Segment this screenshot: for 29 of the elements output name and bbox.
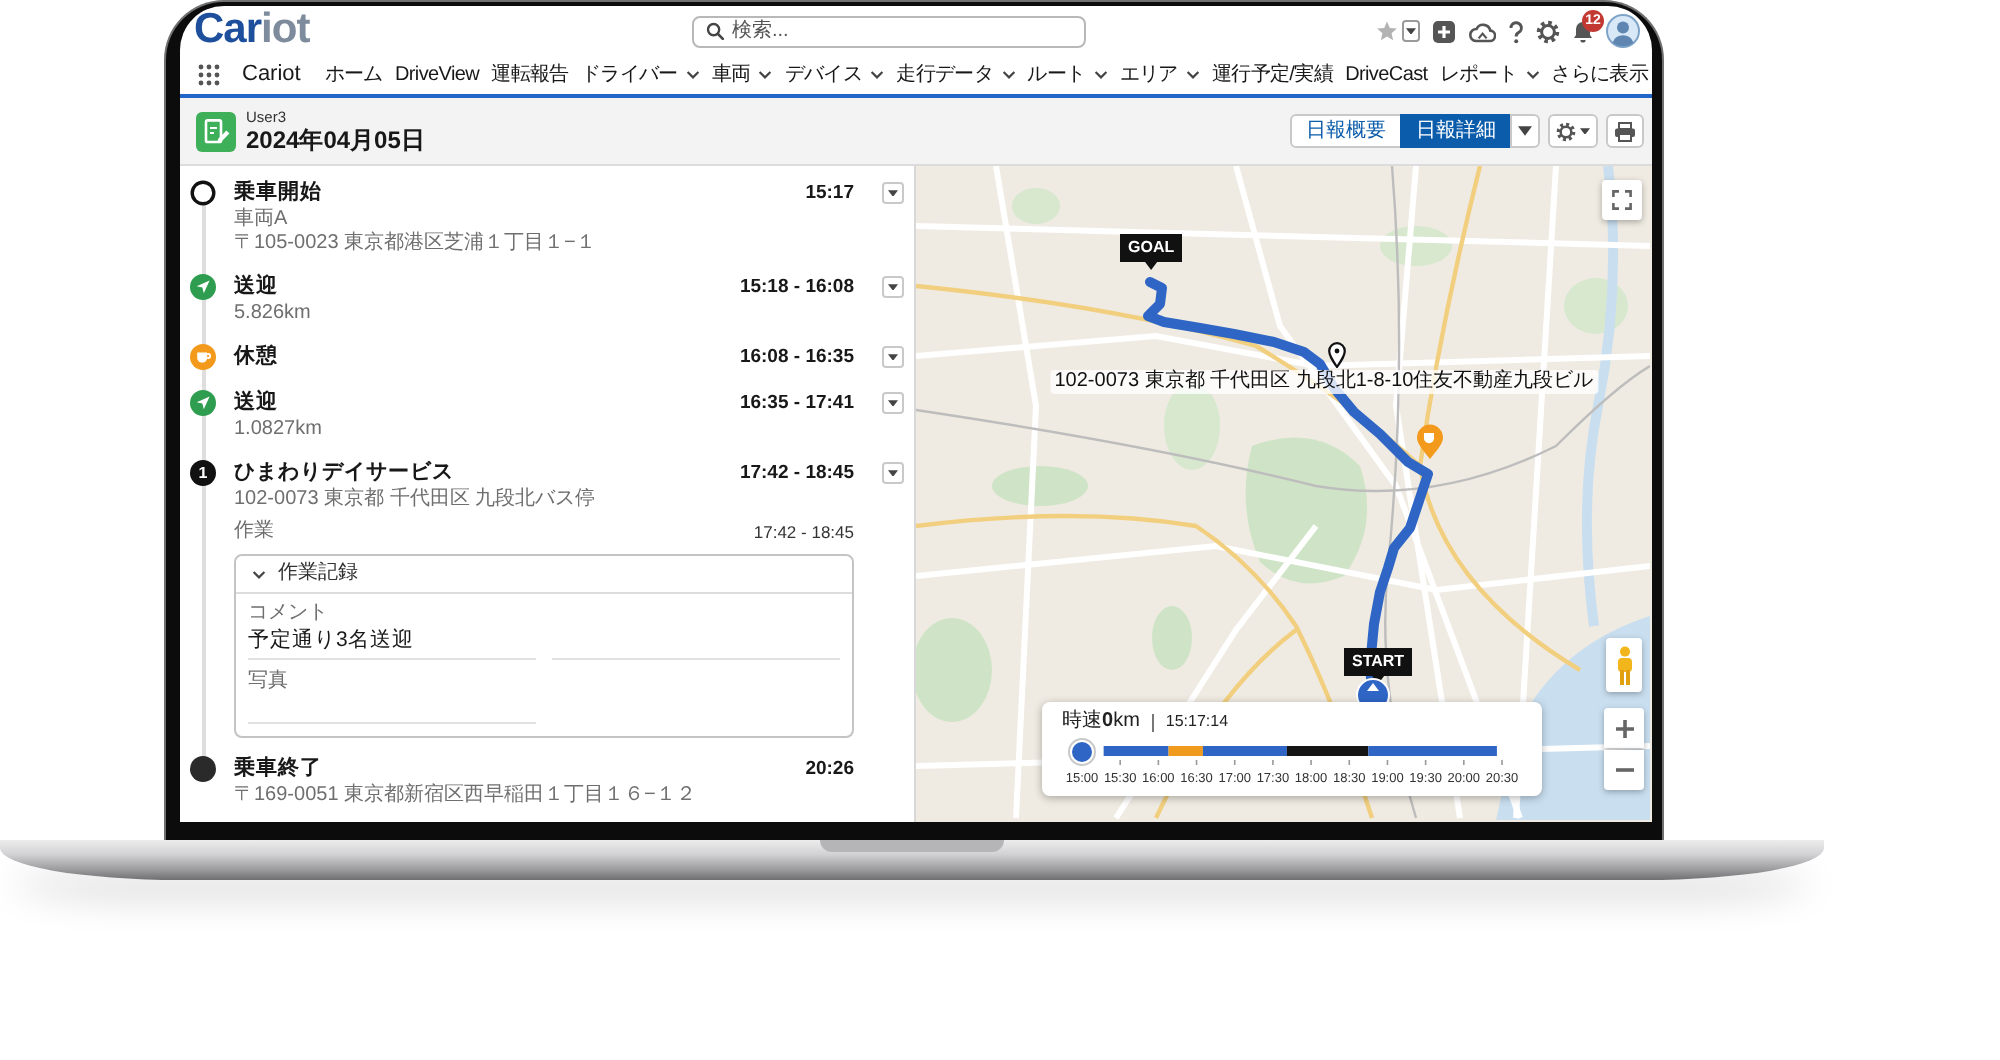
field-value: 予定通り3名送迎 (248, 626, 536, 660)
task-time: 17:42 - 18:45 (753, 520, 854, 544)
event-title: ひまわりデイサービス (234, 460, 454, 486)
event-detail: 〒169-0051 東京都新宿区西早稲田１丁目１６−１２ (234, 784, 698, 808)
field-label: 写真 (248, 670, 290, 694)
record-title: 2024年04月05日 (246, 126, 425, 154)
event-detail: 車両A (234, 208, 290, 232)
event-title: 乗車終了 (234, 756, 322, 782)
event-title: 休憩 (234, 344, 278, 370)
event-title: 乗車開始 (234, 180, 322, 206)
stop-number-marker: 1 (190, 460, 216, 486)
event-detail: 102-0073 東京都 千代田区 九段北バス停 (234, 488, 598, 512)
event-time: 20:26 (805, 757, 854, 781)
event-title: 送迎 (234, 390, 278, 416)
event-detail: 5.826km (234, 302, 313, 326)
playback-time: 15:17:14 (1165, 710, 1229, 734)
task-label: 作業 (234, 520, 274, 544)
event-detail: 〒105-0023 東京都港区芝浦１丁目１−１ (234, 232, 598, 256)
speed-reading: 時速0km (1062, 710, 1140, 734)
field-label: コメント (248, 602, 330, 626)
event-time: 16:08 - 16:35 (739, 345, 854, 369)
event-time: 17:42 - 18:45 (739, 461, 854, 485)
event-time: 16:35 - 17:41 (739, 391, 854, 415)
event-time: 15:18 - 16:08 (739, 275, 854, 299)
event-title: 送迎 (234, 274, 278, 300)
app-name: Cariot (242, 61, 301, 89)
event-detail: 1.0827km (234, 418, 324, 442)
event-time: 15:17 (805, 181, 854, 205)
cariot-logo: Cariot (194, 8, 310, 51)
